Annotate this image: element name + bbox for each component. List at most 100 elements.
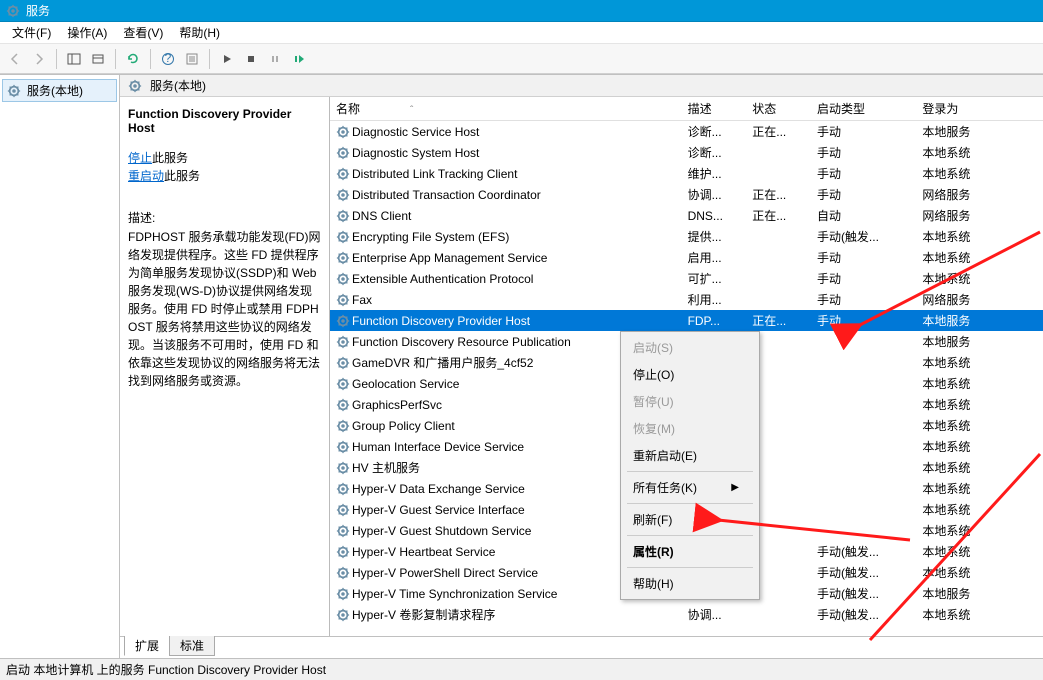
col-logon[interactable]: 登录为: [916, 97, 1043, 121]
service-row[interactable]: Enterprise App Management Service启用...手动…: [330, 247, 1043, 268]
service-logon: 本地系统: [916, 247, 1043, 268]
service-startup: 手动: [811, 163, 916, 184]
statusbar: 启动 本地计算机 上的服务 Function Discovery Provide…: [0, 658, 1043, 680]
service-startup: [811, 394, 916, 415]
service-logon: 本地系统: [916, 457, 1043, 478]
start-service-button[interactable]: [216, 48, 238, 70]
service-logon: 本地系统: [916, 541, 1043, 562]
context-menu-item[interactable]: 所有任务(K)▶: [623, 474, 757, 501]
service-row[interactable]: Distributed Transaction Coordinator协调...…: [330, 184, 1043, 205]
show-hide-button[interactable]: [63, 48, 85, 70]
col-desc[interactable]: 描述: [682, 97, 747, 121]
stop-service-link[interactable]: 停止: [128, 151, 152, 165]
service-name: Hyper-V Data Exchange Service: [352, 482, 525, 496]
context-menu-item[interactable]: 帮助(H): [623, 570, 757, 597]
service-startup: [811, 331, 916, 352]
gear-icon: [336, 398, 350, 412]
app-icon: [6, 4, 20, 18]
gear-icon: [336, 587, 350, 601]
service-name: Geolocation Service: [352, 377, 459, 391]
menu-help[interactable]: 帮助(H): [171, 22, 228, 43]
service-startup: [811, 436, 916, 457]
service-state: [746, 142, 811, 163]
service-startup: 手动: [811, 121, 916, 143]
statusbar-text: 启动 本地计算机 上的服务 Function Discovery Provide…: [6, 661, 326, 678]
col-state[interactable]: 状态: [746, 97, 811, 121]
service-state: [746, 247, 811, 268]
gear-icon: [336, 335, 350, 349]
help-button[interactable]: ?: [157, 48, 179, 70]
gear-icon: [336, 461, 350, 475]
service-row[interactable]: Extensible Authentication Protocol可扩...手…: [330, 268, 1043, 289]
service-logon: 本地系统: [916, 499, 1043, 520]
service-startup: 手动(触发...: [811, 604, 916, 625]
service-name: Hyper-V PowerShell Direct Service: [352, 566, 538, 580]
gear-icon: [128, 79, 142, 93]
service-row[interactable]: Distributed Link Tracking Client维护...手动本…: [330, 163, 1043, 184]
tab-standard[interactable]: 标准: [169, 636, 215, 656]
tab-extended[interactable]: 扩展: [124, 636, 170, 656]
service-name: Extensible Authentication Protocol: [352, 272, 533, 286]
gear-icon: [336, 230, 350, 244]
service-state: 正在...: [746, 310, 811, 331]
service-state: 正在...: [746, 121, 811, 143]
gear-icon: [336, 314, 350, 328]
service-logon: 本地系统: [916, 163, 1043, 184]
service-logon: 本地系统: [916, 415, 1043, 436]
service-row[interactable]: Fax利用...手动网络服务: [330, 289, 1043, 310]
service-logon: 本地服务: [916, 121, 1043, 143]
stop-service-button[interactable]: [240, 48, 262, 70]
restart-service-button[interactable]: [288, 48, 310, 70]
context-menu-item[interactable]: 刷新(F): [623, 506, 757, 533]
service-row[interactable]: Diagnostic Service Host诊断...正在...手动本地服务: [330, 121, 1043, 143]
context-menu-item[interactable]: 重新启动(E): [623, 442, 757, 469]
gear-icon: [7, 84, 21, 98]
service-startup: 手动: [811, 310, 916, 331]
tree-root-item[interactable]: 服务(本地): [2, 79, 117, 102]
service-desc: 启用...: [682, 247, 747, 268]
sort-indicator-icon: ˆ: [410, 105, 413, 116]
menu-action[interactable]: 操作(A): [59, 22, 115, 43]
tree-pane: 服务(本地): [0, 75, 120, 658]
col-name[interactable]: 名称ˆ: [330, 97, 682, 121]
right-pane: 服务(本地) Function Discovery Provider Host …: [120, 75, 1043, 658]
service-startup: [811, 415, 916, 436]
menu-separator: [627, 567, 753, 568]
service-desc: 协调...: [682, 604, 747, 625]
restart-service-link[interactable]: 重启动: [128, 169, 164, 183]
window-title: 服务: [26, 2, 50, 19]
gear-icon: [336, 167, 350, 181]
service-state: [746, 268, 811, 289]
context-menu-item[interactable]: 停止(O): [623, 361, 757, 388]
service-name: GraphicsPerfSvc: [352, 398, 442, 412]
menu-file[interactable]: 文件(F): [4, 22, 59, 43]
service-name: Human Interface Device Service: [352, 440, 524, 454]
export-list-button[interactable]: [87, 48, 109, 70]
gear-icon: [336, 293, 350, 307]
service-desc: 诊断...: [682, 121, 747, 143]
gear-icon: [336, 608, 350, 622]
forward-button: [28, 48, 50, 70]
refresh-button[interactable]: [122, 48, 144, 70]
service-row[interactable]: Function Discovery Provider HostFDP...正在…: [330, 310, 1043, 331]
service-state: [746, 289, 811, 310]
service-startup: 自动: [811, 205, 916, 226]
service-desc: 利用...: [682, 289, 747, 310]
menu-view[interactable]: 查看(V): [115, 22, 171, 43]
service-row[interactable]: Encrypting File System (EFS)提供...手动(触发..…: [330, 226, 1043, 247]
service-desc: 维护...: [682, 163, 747, 184]
service-row[interactable]: DNS ClientDNS...正在...自动网络服务: [330, 205, 1043, 226]
context-menu-item[interactable]: 属性(R): [623, 538, 757, 565]
service-startup: 手动(触发...: [811, 226, 916, 247]
service-startup: 手动: [811, 268, 916, 289]
col-startup[interactable]: 启动类型: [811, 97, 916, 121]
service-desc: 诊断...: [682, 142, 747, 163]
service-logon: 本地系统: [916, 268, 1043, 289]
service-row[interactable]: Hyper-V 卷影复制请求程序协调...手动(触发...本地系统: [330, 604, 1043, 625]
service-startup: 手动: [811, 289, 916, 310]
service-row[interactable]: Diagnostic System Host诊断...手动本地系统: [330, 142, 1043, 163]
properties-button[interactable]: [181, 48, 203, 70]
service-desc: 提供...: [682, 226, 747, 247]
service-name: HV 主机服务: [352, 461, 420, 475]
service-name: Fax: [352, 293, 372, 307]
